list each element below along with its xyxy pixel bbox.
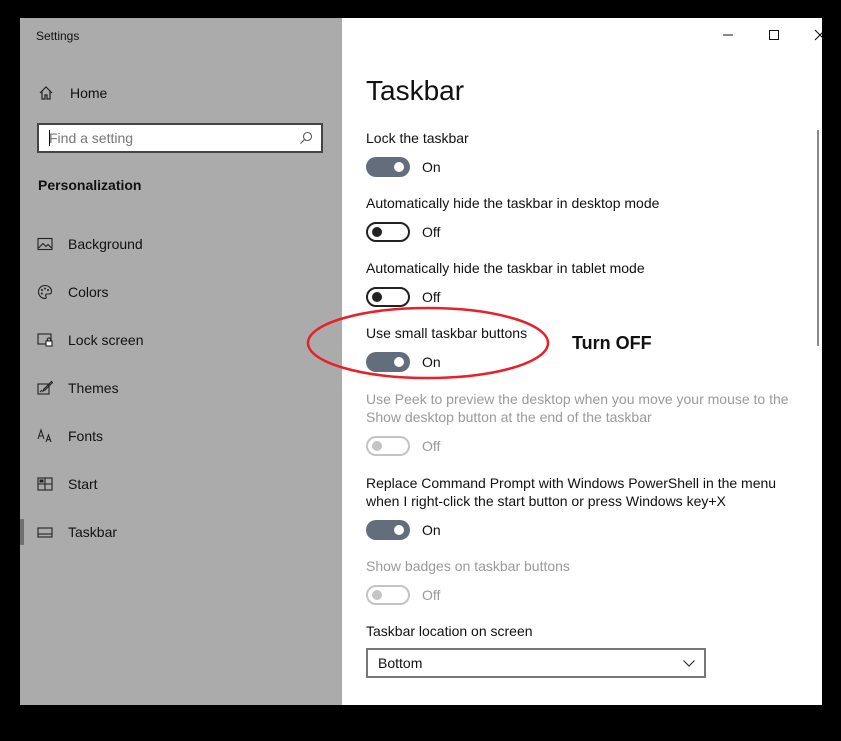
sidebar-item-label: Lock screen bbox=[68, 332, 144, 348]
scrollbar[interactable] bbox=[817, 130, 819, 346]
taskbar-location-dropdown[interactable]: Bottom bbox=[366, 648, 706, 678]
toggle-powershell[interactable] bbox=[366, 520, 410, 540]
sidebar-item-lock-screen[interactable]: Lock screen bbox=[20, 320, 342, 360]
sidebar: Settings Home Personalization Background bbox=[20, 18, 342, 705]
brush-icon bbox=[37, 380, 53, 395]
setting-label-powershell: Replace Command Prompt with Windows Powe… bbox=[366, 475, 777, 509]
sidebar-item-taskbar[interactable]: Taskbar bbox=[20, 512, 342, 552]
setting-label-badges: Show badges on taskbar buttons bbox=[366, 558, 570, 574]
setting-label-autohide-tablet: Automatically hide the taskbar in tablet… bbox=[366, 260, 645, 276]
setting-label-autohide-desktop: Automatically hide the taskbar in deskto… bbox=[366, 195, 660, 211]
toggle-state-label: Off bbox=[422, 224, 441, 240]
sidebar-item-background[interactable]: Background bbox=[20, 224, 342, 264]
home-icon bbox=[39, 86, 53, 100]
maximize-button[interactable] bbox=[751, 23, 797, 47]
toggle-autohide-desktop[interactable] bbox=[366, 222, 410, 242]
close-button[interactable] bbox=[797, 23, 822, 47]
sidebar-item-fonts[interactable]: Fonts bbox=[20, 416, 342, 456]
start-icon bbox=[37, 477, 53, 491]
home-link[interactable]: Home bbox=[38, 82, 107, 104]
minimize-button[interactable] bbox=[705, 23, 751, 47]
maximize-icon bbox=[769, 30, 779, 40]
home-label: Home bbox=[70, 85, 108, 101]
toggle-state-label: Off bbox=[422, 289, 441, 305]
app-title: Settings bbox=[36, 29, 80, 43]
toggle-state-label: Off bbox=[422, 438, 441, 454]
toggle-autohide-tablet[interactable] bbox=[366, 287, 410, 307]
minimize-icon bbox=[723, 34, 733, 36]
dropdown-value: Bottom bbox=[378, 655, 423, 671]
section-label-personalization: Personalization bbox=[38, 177, 142, 193]
toggle-small-buttons[interactable] bbox=[366, 352, 410, 372]
sidebar-item-label: Colors bbox=[68, 284, 109, 300]
setting-label-peek: Use Peek to preview the desktop when you… bbox=[366, 391, 789, 425]
font-icon bbox=[37, 428, 52, 443]
search-input[interactable] bbox=[49, 128, 289, 148]
toggle-row-autohide-tablet: Off bbox=[366, 286, 440, 308]
toggle-badges bbox=[366, 585, 410, 605]
toggle-row-small-buttons: On bbox=[366, 351, 441, 373]
palette-icon bbox=[37, 284, 53, 300]
sidebar-item-label: Themes bbox=[68, 380, 119, 396]
main-content: Taskbar Lock the taskbar On Automaticall… bbox=[342, 18, 822, 705]
toggle-row-badges: Off bbox=[366, 584, 440, 606]
lock-screen-icon bbox=[37, 333, 53, 347]
chevron-down-icon bbox=[683, 660, 695, 667]
toggle-state-label: On bbox=[422, 354, 441, 370]
settings-window: Settings Home Personalization Background bbox=[20, 18, 822, 705]
toggle-row-autohide-desktop: Off bbox=[366, 221, 440, 243]
image-icon bbox=[37, 237, 53, 251]
setting-label-lock-taskbar: Lock the taskbar bbox=[366, 130, 469, 146]
taskbar-icon bbox=[37, 527, 53, 538]
toggle-row-peek: Off bbox=[366, 435, 440, 457]
location-label: Taskbar location on screen bbox=[366, 623, 533, 639]
toggle-row-lock-taskbar: On bbox=[366, 156, 441, 178]
toggle-row-powershell: On bbox=[366, 519, 441, 541]
sidebar-item-label: Background bbox=[68, 236, 143, 252]
toggle-state-label: Off bbox=[422, 587, 441, 603]
search-icon[interactable] bbox=[299, 131, 313, 145]
sidebar-item-label: Fonts bbox=[68, 428, 104, 444]
sidebar-item-start[interactable]: Start bbox=[20, 464, 342, 504]
toggle-peek bbox=[366, 436, 410, 456]
toggle-state-label: On bbox=[422, 522, 441, 538]
search-box[interactable] bbox=[37, 123, 323, 153]
sidebar-item-label: Start bbox=[68, 476, 98, 492]
close-icon bbox=[814, 29, 822, 41]
sidebar-item-label: Taskbar bbox=[68, 524, 118, 540]
toggle-lock-taskbar[interactable] bbox=[366, 157, 410, 177]
sidebar-item-themes[interactable]: Themes bbox=[20, 368, 342, 408]
toggle-state-label: On bbox=[422, 159, 441, 175]
sidebar-item-colors[interactable]: Colors bbox=[20, 272, 342, 312]
page-title: Taskbar bbox=[366, 75, 465, 106]
annotation-text: Turn OFF bbox=[572, 333, 652, 353]
